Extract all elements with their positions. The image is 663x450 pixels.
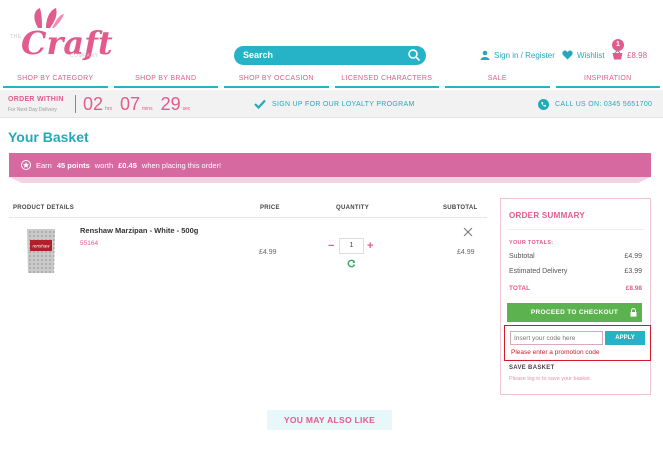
subtotal-value: £4.99 [624,253,642,260]
promo-code-input[interactable] [510,331,603,345]
search-icon[interactable] [407,48,421,62]
cart-link[interactable]: £8.98 [612,50,647,60]
checkmark-icon [254,99,266,109]
order-within-label: ORDER WITHIN [8,96,64,103]
col-quantity: QUANTITY [336,205,370,211]
timer-mins-unit: mins [142,106,153,112]
logo-the-text: THE [10,34,22,40]
divider [507,229,644,230]
lock-icon [630,308,637,317]
your-totals-label: YOUR TOTALS: [509,240,554,246]
nav-shop-by-brand[interactable]: SHOP BY BRAND [113,72,218,88]
timer-secs-unit: sec [182,106,191,112]
nav-shop-by-occasion[interactable]: SHOP BY OCCASION [224,72,329,88]
sign-in-label: Sign in / Register [494,50,555,60]
product-price: £4.99 [259,249,277,256]
star-badge-icon [21,160,31,170]
points-pre: Earn [36,160,52,170]
checkout-label: PROCEED TO CHECKOUT [530,309,619,316]
points-amount: 45 points [56,160,90,170]
refresh-icon[interactable] [347,259,356,268]
total-value: £8.98 [625,285,642,292]
delivery-promo-bar: ORDER WITHIN For Next Day Delivery 02 hr… [0,90,663,118]
order-summary-panel: ORDER SUMMARY YOUR TOTALS: Subtotal £4.9… [500,198,651,395]
main-nav: SHOP BY CATEGORY SHOP BY BRAND SHOP BY O… [0,72,663,88]
total-label: TOTAL [509,285,531,292]
close-icon[interactable] [463,227,473,237]
delivery-value: £3.99 [624,268,642,275]
you-may-also-like-heading: YOU MAY ALSO LIKE [267,410,392,430]
wishlist-label: Wishlist [577,50,605,60]
quantity-increase-button[interactable]: + [367,240,373,252]
wishlist-link[interactable]: Wishlist [562,50,605,60]
save-basket-heading: SAVE BASKET [509,365,555,371]
delivery-row: Estimated Delivery £3.99 [509,268,642,275]
product-name[interactable]: Renshaw Marzipan - White - 500g [80,226,198,235]
call-us-label: CALL US ON: 0345 5651700 [555,101,653,108]
total-row: TOTAL £8.98 [509,285,642,292]
points-message: Earn 45 points worth £0.45 when placing … [21,160,221,170]
col-price: PRICE [260,205,280,211]
nav-shop-by-category[interactable]: SHOP BY CATEGORY [3,72,108,88]
nav-licensed-characters[interactable]: LICENSED CHARACTERS [334,72,439,88]
loyalty-label: SIGN UP FOR OUR LOYALTY PROGRAM [272,100,415,108]
quantity-decrease-button[interactable]: − [328,240,334,252]
apply-button[interactable]: APPLY [605,331,645,345]
site-header: THE Craft COMPANY Search Sign in / Regis… [0,0,663,70]
save-basket-login-link[interactable]: Please log in to save your basket. [509,376,591,382]
search-bar[interactable]: Search [234,46,426,65]
subtotal-row: Subtotal £4.99 [509,253,642,260]
basket-icon [612,50,623,60]
points-value: £0.45 [118,160,137,170]
sign-in-link[interactable]: Sign in / Register [480,50,555,60]
timer-mins: 07 [119,94,141,114]
order-within-sub: For Next Day Delivery [8,107,57,113]
countdown-timer: 02 hrs 07 mins 29 sec [83,94,196,115]
promo-error-message: Please enter a promotion code [511,349,600,356]
delivery-label: Estimated Delivery [509,268,568,275]
heart-icon [562,50,573,60]
points-mid: worth [94,160,114,170]
search-input[interactable]: Search [243,50,273,60]
basket-table-header: PRODUCT DETAILS PRICE QUANTITY SUBTOTAL [9,200,487,218]
product-subtotal: £4.99 [457,249,475,256]
points-post: when placing this order! [141,160,222,170]
product-image-brand: renshaw [32,244,50,249]
quantity-input[interactable]: 1 [339,238,364,254]
banner-ribbon [9,177,651,183]
page-title: Your Basket [8,129,89,145]
promo-code-section: APPLY Please enter a promotion code [504,325,651,361]
timer-hours-unit: hrs [105,106,112,112]
site-logo[interactable]: THE Craft COMPANY [8,8,118,68]
order-summary-title: ORDER SUMMARY [509,211,586,220]
nav-sale[interactable]: SALE [445,72,550,88]
col-product-details: PRODUCT DETAILS [13,205,75,211]
product-image[interactable]: renshaw [24,226,58,276]
user-icon [480,50,490,60]
loyalty-signup-link[interactable]: SIGN UP FOR OUR LOYALTY PROGRAM [254,99,415,109]
divider [75,95,76,113]
col-subtotal: SUBTOTAL [443,205,478,211]
logo-company-text: COMPANY [70,53,99,59]
phone-icon [538,99,549,110]
call-us[interactable]: CALL US ON: 0345 5651700 [538,99,652,110]
proceed-to-checkout-button[interactable]: PROCEED TO CHECKOUT [507,303,642,322]
timer-secs: 29 [160,94,181,114]
product-code: 55164 [80,240,99,247]
loyalty-points-banner: Earn 45 points worth £0.45 when placing … [9,153,651,183]
timer-hours: 02 [83,94,104,114]
nav-inspiration[interactable]: INSPIRATION [555,72,660,88]
subtotal-label: Subtotal [509,253,535,260]
cart-total: £8.98 [627,50,648,60]
logo-wordmark: Craft [21,24,113,62]
